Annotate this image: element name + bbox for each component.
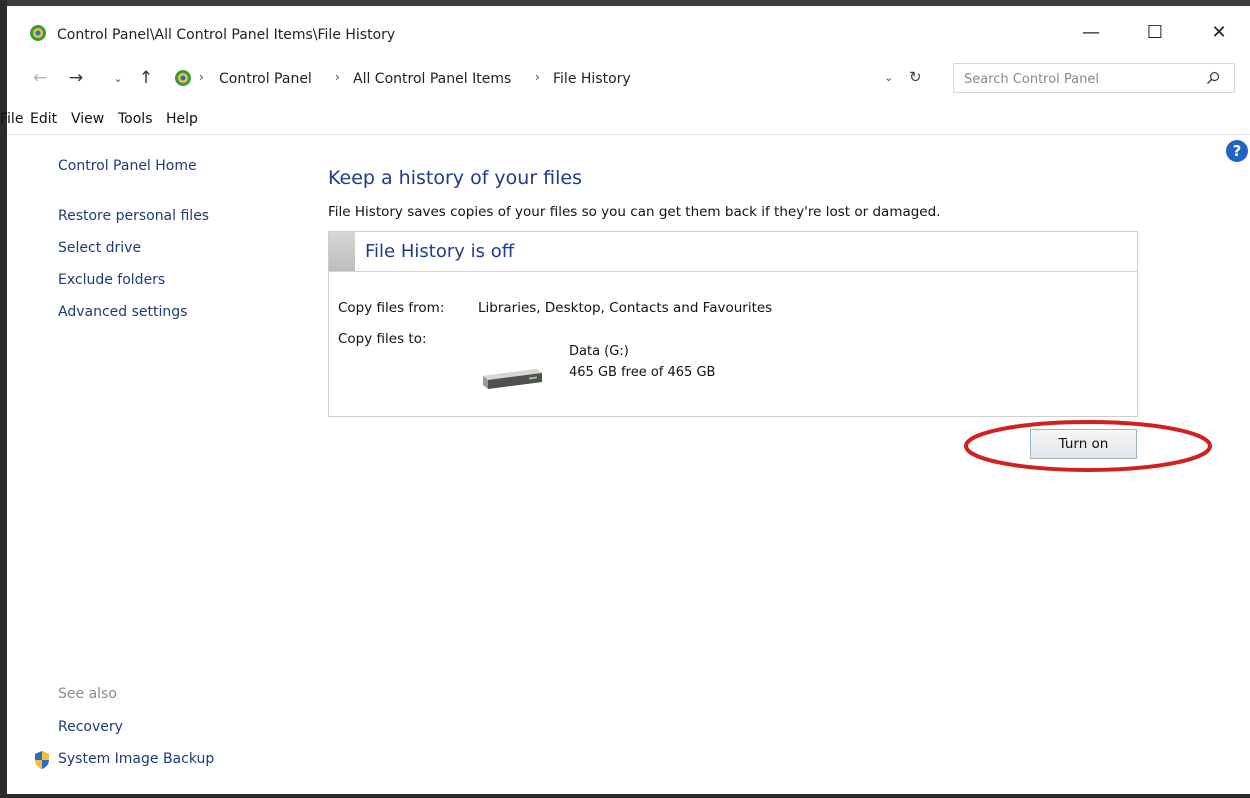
refresh-icon[interactable]: ↻ — [909, 68, 922, 86]
address-bar[interactable]: › Control Panel › All Control Panel Item… — [169, 63, 937, 93]
menu-bar: File Edit View Tools Help — [0, 108, 1250, 135]
search-icon[interactable] — [1206, 71, 1220, 85]
annotation-highlight-ellipse — [964, 420, 1212, 472]
breadcrumb-control-panel[interactable]: Control Panel — [219, 71, 312, 87]
breadcrumb-separator[interactable]: › — [199, 70, 204, 84]
menu-file[interactable]: File — [0, 111, 23, 127]
search-input[interactable] — [962, 69, 1196, 89]
help-icon[interactable]: ? — [1226, 140, 1248, 162]
chevron-down-icon[interactable]: ⌄ — [884, 71, 893, 84]
sidebar-item-select-drive[interactable]: Select drive — [58, 240, 141, 256]
hard-drive-icon — [483, 369, 542, 389]
breadcrumb-all-items[interactable]: All Control Panel Items — [353, 71, 511, 87]
see-also-system-image-backup[interactable]: System Image Backup — [58, 751, 214, 767]
copy-from-label: Copy files from: — [338, 300, 445, 316]
search-box[interactable] — [953, 63, 1235, 93]
menu-help[interactable]: Help — [166, 111, 198, 127]
drive-name: Data (G:) — [569, 344, 629, 359]
forward-button[interactable]: → — [65, 66, 87, 90]
window-title: Control Panel\All Control Panel Items\Fi… — [57, 27, 396, 43]
recent-locations-button[interactable]: ⌄ — [107, 66, 129, 90]
sidebar-item-advanced-settings[interactable]: Advanced settings — [58, 304, 187, 320]
status-indicator — [329, 232, 355, 271]
status-header: File History is off — [329, 232, 1137, 272]
close-button[interactable]: ✕ — [1197, 14, 1241, 50]
shield-icon — [35, 751, 49, 769]
menu-edit[interactable]: Edit — [30, 111, 57, 127]
title-bar: Control Panel\All Control Panel Items\Fi… — [7, 6, 1250, 56]
minimize-button[interactable]: — — [1069, 14, 1113, 50]
see-also-label: See also — [58, 686, 117, 702]
sidebar-item-restore[interactable]: Restore personal files — [58, 208, 209, 224]
navigation-bar: ← → ⌄ ↑ › Control Panel › All Control Pa… — [7, 60, 1250, 96]
see-also-recovery[interactable]: Recovery — [58, 719, 123, 735]
control-panel-icon — [175, 70, 191, 86]
menu-tools[interactable]: Tools — [118, 111, 153, 127]
page-title: Keep a history of your files — [328, 167, 583, 189]
breadcrumb-separator[interactable]: › — [335, 70, 340, 84]
up-button[interactable]: ↑ — [135, 66, 157, 90]
window-frame-bottom — [0, 794, 1250, 798]
breadcrumb-separator[interactable]: › — [535, 70, 540, 84]
page-description: File History saves copies of your files … — [328, 204, 941, 220]
back-button[interactable]: ← — [29, 66, 51, 90]
copy-from-value: Libraries, Desktop, Contacts and Favouri… — [478, 300, 773, 316]
control-panel-icon — [30, 25, 46, 41]
sidebar-item-home[interactable]: Control Panel Home — [58, 158, 197, 174]
maximize-button[interactable]: ☐ — [1133, 14, 1177, 50]
sidebar-item-exclude-folders[interactable]: Exclude folders — [58, 272, 165, 288]
breadcrumb-file-history[interactable]: File History — [553, 71, 631, 87]
drive-free-space: 465 GB free of 465 GB — [569, 365, 716, 380]
menu-view[interactable]: View — [71, 111, 104, 127]
status-title: File History is off — [365, 241, 515, 262]
file-history-status-panel: File History is off Copy files from: Lib… — [328, 231, 1138, 417]
copy-to-label: Copy files to: — [338, 331, 427, 347]
